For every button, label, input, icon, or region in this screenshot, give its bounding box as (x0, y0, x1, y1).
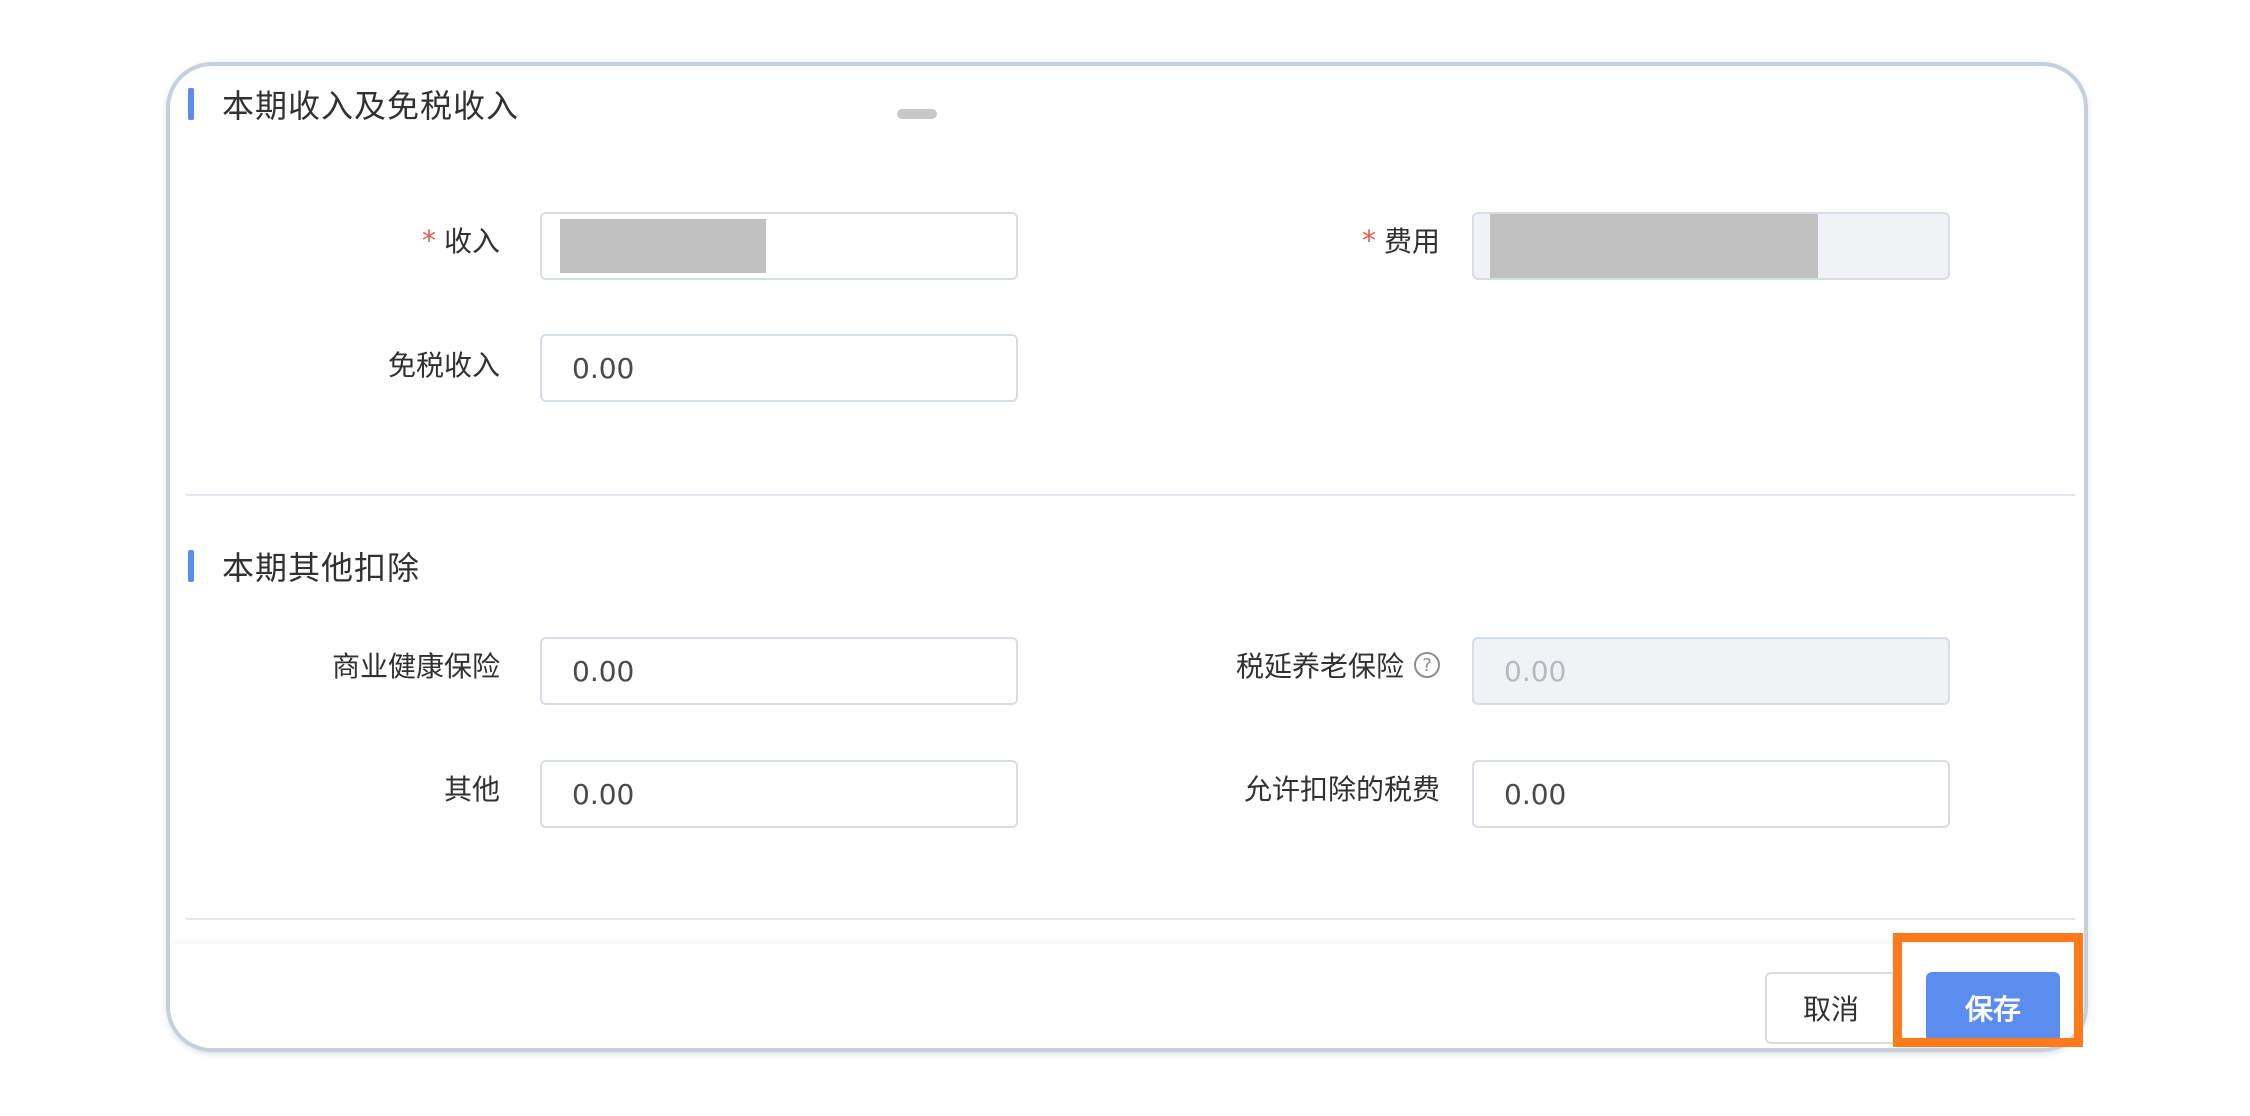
section-title-text: 本期其他扣除 (222, 549, 421, 587)
other-label: 其他 (270, 754, 500, 822)
section-divider (186, 494, 2075, 496)
screen: 本期收入及免税收入 * 收入 * 费用 免税收入 0.00 本期其他扣除 商业健… (0, 0, 2250, 1116)
health-insurance-label: 商业健康保险 (270, 631, 500, 699)
tax-free-income-label: 免税收入 (300, 330, 500, 398)
tax-deduction-dialog: 本期收入及免税收入 * 收入 * 费用 免税收入 0.00 本期其他扣除 商业健… (166, 62, 2088, 1052)
tax-deferred-pension-label: 税延养老保险 ? (1170, 631, 1440, 699)
section-divider (186, 918, 2075, 920)
expense-label-text: 费用 (1383, 225, 1440, 258)
health-insurance-input[interactable]: 0.00 (540, 637, 1018, 705)
tax-free-income-value: 0.00 (572, 351, 635, 385)
section-accent-bar (188, 550, 194, 582)
required-mark: * (1361, 223, 1376, 257)
expense-input[interactable] (1472, 212, 1950, 280)
health-insurance-label-text: 商业健康保险 (331, 650, 500, 683)
tax-deferred-pension-label-text: 税延养老保险 (1235, 650, 1404, 683)
other-input[interactable]: 0.00 (540, 760, 1018, 828)
allowed-tax-fee-label: 允许扣除的税费 (1170, 754, 1440, 822)
tax-free-income-label-text: 免税收入 (387, 349, 500, 382)
tax-deferred-pension-value: 0.00 (1504, 654, 1567, 688)
income-input[interactable] (540, 212, 1018, 280)
redacted-value (1490, 214, 1818, 278)
required-mark: * (421, 223, 436, 257)
section-title-other-deductions: 本期其他扣除 (188, 546, 421, 587)
income-label: * 收入 (300, 206, 500, 274)
drag-handle[interactable] (897, 109, 937, 119)
section-accent-bar (188, 88, 194, 120)
question-circle-icon[interactable]: ? (1414, 652, 1440, 678)
save-button-highlight (1893, 933, 2083, 1047)
health-insurance-value: 0.00 (572, 654, 635, 688)
expense-label: * 费用 (1240, 206, 1440, 274)
tax-free-income-input[interactable]: 0.00 (540, 334, 1018, 402)
income-label-text: 收入 (443, 225, 500, 258)
tax-deferred-pension-input[interactable]: 0.00 (1472, 637, 1950, 705)
redacted-value (560, 219, 766, 273)
allowed-tax-fee-label-text: 允许扣除的税费 (1243, 773, 1440, 806)
section-title-income: 本期收入及免税收入 (188, 84, 520, 125)
cancel-button[interactable]: 取消 (1765, 972, 1897, 1044)
other-value: 0.00 (572, 777, 635, 811)
section-title-text: 本期收入及免税收入 (222, 87, 520, 125)
other-label-text: 其他 (443, 773, 500, 806)
allowed-tax-fee-input[interactable]: 0.00 (1472, 760, 1950, 828)
allowed-tax-fee-value: 0.00 (1504, 777, 1567, 811)
